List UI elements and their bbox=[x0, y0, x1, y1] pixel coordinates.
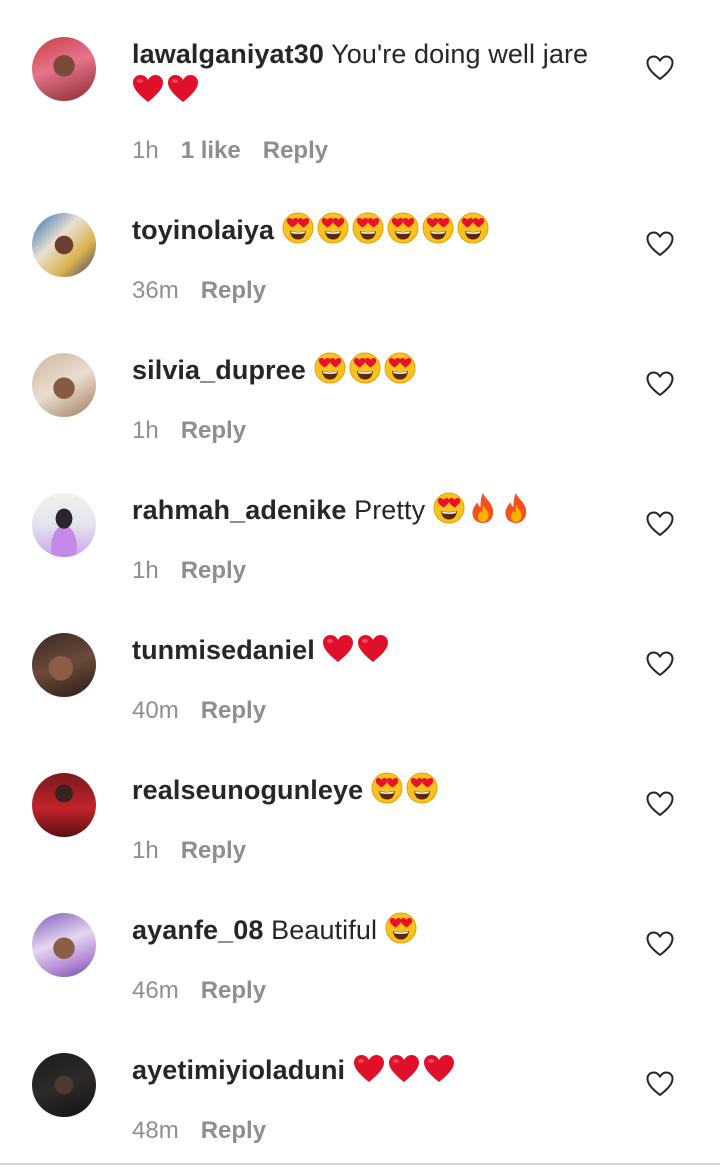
heart-eyes-emoji-icon bbox=[457, 212, 489, 253]
reply-button[interactable]: Reply bbox=[263, 137, 328, 164]
heart-eyes-emoji-icon bbox=[406, 772, 438, 813]
reply-button[interactable]: Reply bbox=[181, 837, 246, 864]
divider bbox=[0, 1163, 720, 1165]
fire-emoji-icon bbox=[468, 492, 498, 533]
comment-text: You're doing well jare bbox=[331, 39, 589, 69]
comment-meta: 1h 1 like Reply bbox=[132, 136, 328, 166]
username[interactable]: lawalganiyat30 bbox=[132, 39, 324, 69]
comment-body: ayetimiyioladuni bbox=[132, 1052, 602, 1093]
avatar[interactable] bbox=[32, 213, 96, 277]
emoji-group bbox=[322, 635, 392, 665]
username[interactable]: toyinolaiya bbox=[132, 215, 274, 245]
heart-eyes-emoji-icon bbox=[349, 352, 381, 393]
emoji-group bbox=[433, 492, 534, 525]
reply-button[interactable]: Reply bbox=[181, 557, 246, 584]
avatar[interactable] bbox=[32, 1053, 96, 1117]
timestamp: 46m bbox=[132, 977, 179, 1004]
timestamp: 1h bbox=[132, 417, 159, 444]
fire-emoji-icon bbox=[501, 492, 531, 533]
comment-meta: 1h Reply bbox=[132, 556, 246, 586]
heart-eyes-emoji-icon bbox=[433, 492, 465, 533]
emoji-group bbox=[385, 912, 420, 945]
timestamp: 48m bbox=[132, 1117, 179, 1144]
like-heart-icon[interactable] bbox=[646, 55, 674, 81]
comment-body: rahmah_adenike Pretty bbox=[132, 492, 602, 533]
like-heart-icon[interactable] bbox=[646, 791, 674, 817]
red-heart-emoji-icon bbox=[167, 74, 199, 113]
like-heart-icon[interactable] bbox=[646, 511, 674, 537]
emoji-group bbox=[371, 772, 441, 805]
emoji-group bbox=[282, 212, 492, 245]
timestamp: 1h bbox=[132, 557, 159, 584]
comment-meta: 48m Reply bbox=[132, 1116, 266, 1146]
red-heart-emoji-icon bbox=[388, 1054, 420, 1093]
timestamp: 1h bbox=[132, 137, 159, 164]
heart-eyes-emoji-icon bbox=[282, 212, 314, 253]
username[interactable]: ayanfe_08 bbox=[132, 915, 264, 945]
comment-text: Beautiful bbox=[271, 915, 378, 945]
red-heart-emoji-icon bbox=[353, 1054, 385, 1093]
username[interactable]: realseunogunleye bbox=[132, 775, 363, 805]
timestamp: 40m bbox=[132, 697, 179, 724]
avatar[interactable] bbox=[32, 913, 96, 977]
red-heart-emoji-icon bbox=[357, 634, 389, 673]
username[interactable]: ayetimiyioladuni bbox=[132, 1055, 345, 1085]
comment-meta: 1h Reply bbox=[132, 416, 246, 446]
avatar[interactable] bbox=[32, 37, 96, 101]
comment-body: silvia_dupree bbox=[132, 352, 602, 393]
comment-meta: 36m Reply bbox=[132, 276, 266, 306]
red-heart-emoji-icon bbox=[423, 1054, 455, 1093]
red-heart-emoji-icon bbox=[132, 74, 164, 113]
username[interactable]: rahmah_adenike bbox=[132, 495, 347, 525]
emoji-group bbox=[314, 352, 419, 385]
reply-button[interactable]: Reply bbox=[201, 697, 266, 724]
reply-button[interactable]: Reply bbox=[181, 417, 246, 444]
emoji-group bbox=[132, 75, 202, 105]
like-heart-icon[interactable] bbox=[646, 231, 674, 257]
username[interactable]: tunmisedaniel bbox=[132, 635, 315, 665]
heart-eyes-emoji-icon bbox=[422, 212, 454, 253]
heart-eyes-emoji-icon bbox=[317, 212, 349, 253]
avatar[interactable] bbox=[32, 353, 96, 417]
avatar[interactable] bbox=[32, 493, 96, 557]
timestamp: 36m bbox=[132, 277, 179, 304]
username[interactable]: silvia_dupree bbox=[132, 355, 306, 385]
reply-button[interactable]: Reply bbox=[201, 977, 266, 1004]
heart-eyes-emoji-icon bbox=[384, 352, 416, 393]
like-heart-icon[interactable] bbox=[646, 1071, 674, 1097]
comment-meta: 1h Reply bbox=[132, 836, 246, 866]
like-heart-icon[interactable] bbox=[646, 651, 674, 677]
likes-count[interactable]: 1 like bbox=[181, 137, 241, 164]
timestamp: 1h bbox=[132, 837, 159, 864]
comment-meta: 40m Reply bbox=[132, 696, 266, 726]
comment-body: ayanfe_08 Beautiful bbox=[132, 912, 602, 953]
comment-body: realseunogunleye bbox=[132, 772, 602, 813]
comment-body: toyinolaiya bbox=[132, 212, 602, 253]
heart-eyes-emoji-icon bbox=[385, 912, 417, 953]
reply-button[interactable]: Reply bbox=[201, 1117, 266, 1144]
red-heart-emoji-icon bbox=[322, 634, 354, 673]
heart-eyes-emoji-icon bbox=[371, 772, 403, 813]
like-heart-icon[interactable] bbox=[646, 931, 674, 957]
comment-body: tunmisedaniel bbox=[132, 632, 602, 673]
avatar[interactable] bbox=[32, 773, 96, 837]
heart-eyes-emoji-icon bbox=[352, 212, 384, 253]
comment-text: Pretty bbox=[354, 495, 426, 525]
emoji-group bbox=[353, 1055, 458, 1085]
like-heart-icon[interactable] bbox=[646, 371, 674, 397]
heart-eyes-emoji-icon bbox=[387, 212, 419, 253]
comment-body: lawalganiyat30 You're doing well jare bbox=[132, 36, 602, 113]
reply-button[interactable]: Reply bbox=[201, 277, 266, 304]
comment-meta: 46m Reply bbox=[132, 976, 266, 1006]
avatar[interactable] bbox=[32, 633, 96, 697]
heart-eyes-emoji-icon bbox=[314, 352, 346, 393]
